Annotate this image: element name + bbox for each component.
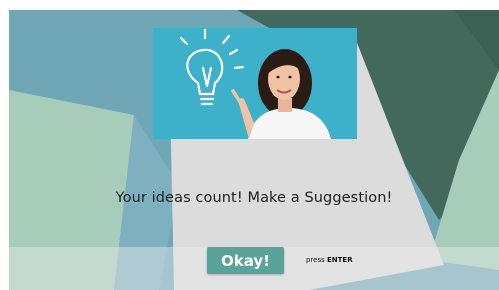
press-enter-hint: press ENTER — [306, 256, 353, 264]
lightbulb-woman-illustration — [153, 28, 357, 139]
idea-hero-image — [153, 28, 357, 139]
okay-button[interactable]: Okay! — [207, 247, 284, 274]
hint-key: ENTER — [327, 256, 353, 264]
hint-prefix: press — [306, 256, 325, 264]
page-frame: Your ideas count! Make a Suggestion! Oka… — [0, 0, 499, 290]
suggestion-prompt: Your ideas count! Make a Suggestion! — [115, 190, 393, 206]
